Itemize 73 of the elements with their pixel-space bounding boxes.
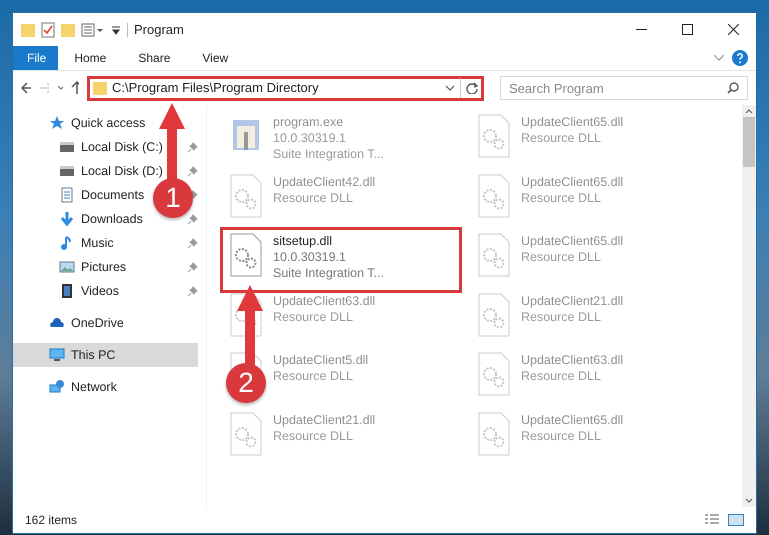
refresh-icon[interactable] [466,82,478,94]
back-icon[interactable] [21,82,31,94]
file-detail: Resource DLL [521,368,602,384]
sidebar-item[interactable]: This PC [13,343,198,367]
ribbon-tab[interactable]: Share [122,46,186,70]
help-icon[interactable] [732,50,748,66]
address-path: C:\Program Files\Program Directory [112,79,320,98]
folder-icon [93,80,108,96]
file-detail: Resource DLL [521,249,602,265]
file-item[interactable]: sitsetup.dll 10.0.30319.1 Suite Integration T... [273,233,384,281]
file-detail: Resource DLL [273,308,354,324]
scrollbar-thumb[interactable] [743,117,755,167]
recent-locations-icon[interactable] [56,85,63,91]
file-name: UpdateClient21.dll [273,412,376,428]
properties-icon[interactable] [41,22,55,38]
dropdown-icon[interactable] [111,24,121,36]
item-count: 162 items [25,512,78,529]
file-name: UpdateClient63.dll [273,292,376,308]
file-detail: Resource DLL [273,428,354,444]
monitor-icon [49,347,65,363]
document-icon [59,187,75,203]
up-icon[interactable] [70,81,80,95]
file-detail: Resource DLL [273,368,354,384]
network-icon [49,379,65,395]
file-name: UpdateClient42.dll [273,174,376,190]
file-detail: Suite Integration T... [273,265,384,281]
search-icon [727,82,740,94]
search-field[interactable]: Search Program [500,76,748,100]
sidebar-item[interactable]: Network [13,375,125,399]
picture-icon [59,259,75,275]
film-icon [59,283,75,299]
sidebar-item[interactable]: Local Disk (C:) [13,135,171,159]
drive-icon [59,139,75,155]
sidebar-item[interactable]: Documents [13,183,152,207]
sidebar-item[interactable]: Videos [13,279,127,303]
sidebar-item[interactable]: Pictures [13,255,134,279]
file-name: sitsetup.dll [273,233,334,249]
file-detail: 10.0.30319.1 [273,130,347,146]
sidebar-item[interactable]: Quick access [13,111,154,135]
file-name: UpdateClient5.dll [273,352,368,368]
ribbon-tab[interactable]: File [13,46,58,70]
file-name: UpdateClient63.dll [521,352,624,368]
ribbon-tab[interactable]: Home [58,46,122,70]
download-icon [59,211,75,227]
sidebar-item[interactable]: Downloads [13,207,151,231]
file-detail: Suite Integration T... [273,146,384,162]
address-bar[interactable]: C:\Program Files\Program Directory [87,76,484,100]
list-icon[interactable] [81,22,105,36]
file-name: UpdateClient65.dll [521,114,624,130]
file-detail: Resource DLL [521,428,602,444]
maximize-icon [682,24,692,35]
file-detail: 10.0.30319.1 [273,249,347,265]
file-name: UpdateClient65.dll [521,174,624,190]
expand-ribbon-icon[interactable] [714,55,724,61]
file-name: UpdateClient65.dll [521,233,624,249]
sidebar-item[interactable]: OneDrive [13,311,132,335]
vertical-scrollbar[interactable] [742,105,756,507]
file-detail: Resource DLL [521,190,602,206]
file-name: UpdateClient65.dll [521,412,624,428]
ribbon-tab[interactable]: View [186,46,244,70]
file-detail: Resource DLL [273,190,354,206]
file-detail: Resource DLL [521,308,602,324]
dropdown-icon[interactable] [445,85,456,91]
file-name: UpdateClient21.dll [521,292,624,308]
file-name: program.exe [273,114,344,130]
minimize-icon [636,28,646,30]
drive-icon [59,163,75,179]
large-icons-view-icon[interactable] [728,513,744,527]
file-detail: Resource DLL [521,130,602,146]
close-icon [728,24,738,35]
window-title: Program [134,20,184,39]
sidebar-item[interactable]: Music [13,231,122,255]
star-icon [49,115,65,131]
